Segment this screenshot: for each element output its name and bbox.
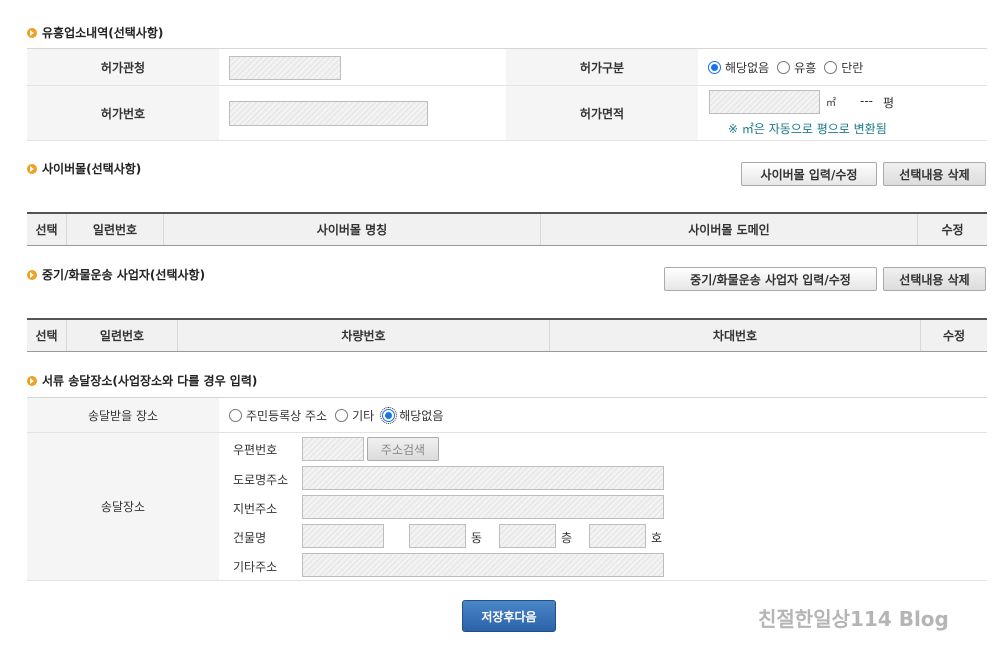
postal-input[interactable] <box>302 437 364 461</box>
radio-dot-icon[interactable] <box>777 60 791 74</box>
radio-dot-icon[interactable] <box>380 406 398 424</box>
radio-resident-address[interactable]: 주민등록상 주소 <box>229 407 327 424</box>
delivery-place-radios: 주민등록상 주소 기타 해당없음 <box>229 398 929 432</box>
permit-no-cell <box>219 86 506 140</box>
bullet-icon <box>27 269 37 280</box>
floor-input[interactable] <box>499 524 556 548</box>
transport-input-button[interactable]: 중기/화물운송 사업자 입력/수정 <box>664 267 877 291</box>
radio-label: 해당없음 <box>399 408 444 423</box>
address-search-button[interactable]: 주소검색 <box>367 437 439 461</box>
radio-karaoke[interactable]: 단란 <box>824 59 863 76</box>
radio-entertainment[interactable]: 유흥 <box>777 59 816 76</box>
building-label: 건물명 <box>233 531 267 545</box>
building-input[interactable] <box>302 524 384 548</box>
postal-label: 우편번호 <box>233 443 278 457</box>
pyeong-value: --- <box>860 94 873 108</box>
section-title-text: 서류 송달장소(사업장소와 다를 경우 입력) <box>42 374 258 388</box>
radio-label: 단란 <box>841 60 864 75</box>
radio-label: 주민등록상 주소 <box>246 408 328 423</box>
permit-office-label: 허가관청 <box>27 49 219 85</box>
radio-label: 해당없음 <box>725 60 770 75</box>
transport-table-header: 선택 일련번호 차량번호 차대번호 수정 <box>27 318 987 352</box>
form-row: 송달장소 우편번호 주소검색 도로명주소 지번주소 건물명 동 층 호 기타주소 <box>27 433 987 581</box>
lot-address-input[interactable] <box>302 495 664 519</box>
delivery-place-label: 송달받을 장소 <box>27 398 219 432</box>
permit-area-input[interactable] <box>709 90 820 114</box>
form-row: 허가관청 허가구분 해당없음 유흥 단란 <box>27 49 987 86</box>
form-row: 송달받을 장소 주민등록상 주소 기타 해당없음 <box>27 398 987 433</box>
radio-none[interactable]: 해당없음 <box>708 59 769 76</box>
col-vehicle-no: 차량번호 <box>178 320 550 351</box>
pyeong-unit: 평 <box>883 96 895 110</box>
col-serial: 일련번호 <box>67 214 164 245</box>
bullet-icon <box>27 375 37 386</box>
cybermall-table-header: 선택 일련번호 사이버몰 명칭 사이버몰 도메인 수정 <box>27 212 987 246</box>
col-serial: 일련번호 <box>67 320 178 351</box>
col-mall-domain: 사이버몰 도메인 <box>541 214 918 245</box>
radio-label: 유흥 <box>794 60 817 75</box>
col-edit: 수정 <box>941 223 964 237</box>
radio-label: 기타 <box>352 408 375 423</box>
col-select: 선택 <box>27 320 67 351</box>
permit-area-label: 허가면적 <box>506 86 698 140</box>
lot-address-label: 지번주소 <box>233 502 278 516</box>
dong-label: 동 <box>471 531 483 545</box>
radio-dot-icon[interactable] <box>824 60 838 74</box>
col-chassis-no: 차대번호 <box>550 320 921 351</box>
delivery-address-cell: 우편번호 주소검색 도로명주소 지번주소 건물명 동 층 호 기타주소 <box>219 433 987 580</box>
radio-dot-icon[interactable] <box>229 408 242 422</box>
section-title-text: 사이버몰(선택사항) <box>42 162 142 176</box>
floor-label: 층 <box>561 531 573 545</box>
permit-area-cell: ㎡ --- 평 ※ ㎡은 자동으로 평으로 변환됨 <box>698 86 987 140</box>
section-title-cybermall: 사이버몰(선택사항) <box>27 160 141 177</box>
permit-no-input[interactable] <box>229 101 428 126</box>
dong-input[interactable] <box>409 524 466 548</box>
section-title-delivery: 서류 송달장소(사업장소와 다를 경우 입력) <box>27 372 257 389</box>
area-note: ※ ㎡은 자동으로 평으로 변환됨 <box>728 122 887 136</box>
col-edit: 수정 <box>942 329 966 343</box>
radio-not-applicable[interactable]: 해당없음 <box>380 406 444 424</box>
radio-other[interactable]: 기타 <box>335 407 374 424</box>
col-select: 선택 <box>27 214 67 245</box>
radio-dot-icon[interactable] <box>335 408 349 422</box>
bullet-icon <box>27 27 37 38</box>
save-next-button[interactable]: 저장후다음 <box>462 600 556 632</box>
bullet-icon <box>27 163 37 174</box>
permit-office-input[interactable] <box>229 56 341 80</box>
ho-input[interactable] <box>589 524 646 548</box>
section-title-transport: 중기/화물운송 사업자(선택사항) <box>27 266 205 283</box>
delivery-form: 송달받을 장소 주민등록상 주소 기타 해당없음 송달장소 우편번호 주소검색 … <box>27 397 987 581</box>
radio-dot-icon[interactable] <box>708 60 721 74</box>
cybermall-input-button[interactable]: 사이버몰 입력/수정 <box>741 162 877 186</box>
section-title-entertainment: 유흥업소내역(선택사항) <box>27 24 163 41</box>
section-title-text: 중기/화물운송 사업자(선택사항) <box>42 268 206 282</box>
permit-office-cell <box>219 49 506 85</box>
blog-watermark: 친절한일상114 Blog <box>758 607 949 631</box>
permit-type-label: 허가구분 <box>506 49 698 85</box>
permit-type-radios: 해당없음 유흥 단란 <box>708 49 987 85</box>
col-mall-name: 사이버몰 명칭 <box>164 214 541 245</box>
entertainment-form: 허가관청 허가구분 해당없음 유흥 단란 허가번호 허가면적 ㎡ --- 평 ※… <box>27 48 987 141</box>
road-address-input[interactable] <box>302 466 664 490</box>
ho-label: 호 <box>651 531 663 545</box>
section-title-text: 유흥업소내역(선택사항) <box>42 26 164 40</box>
cybermall-delete-button[interactable]: 선택내용 삭제 <box>883 162 986 186</box>
transport-delete-button[interactable]: 선택내용 삭제 <box>883 267 986 291</box>
form-row: 허가번호 허가면적 ㎡ --- 평 ※ ㎡은 자동으로 평으로 변환됨 <box>27 86 987 141</box>
etc-address-input[interactable] <box>302 553 664 577</box>
permit-no-label: 허가번호 <box>27 86 219 140</box>
delivery-address-label: 송달장소 <box>27 433 219 580</box>
road-address-label: 도로명주소 <box>233 473 289 487</box>
area-unit: ㎡ <box>826 98 836 109</box>
etc-address-label: 기타주소 <box>233 560 278 574</box>
